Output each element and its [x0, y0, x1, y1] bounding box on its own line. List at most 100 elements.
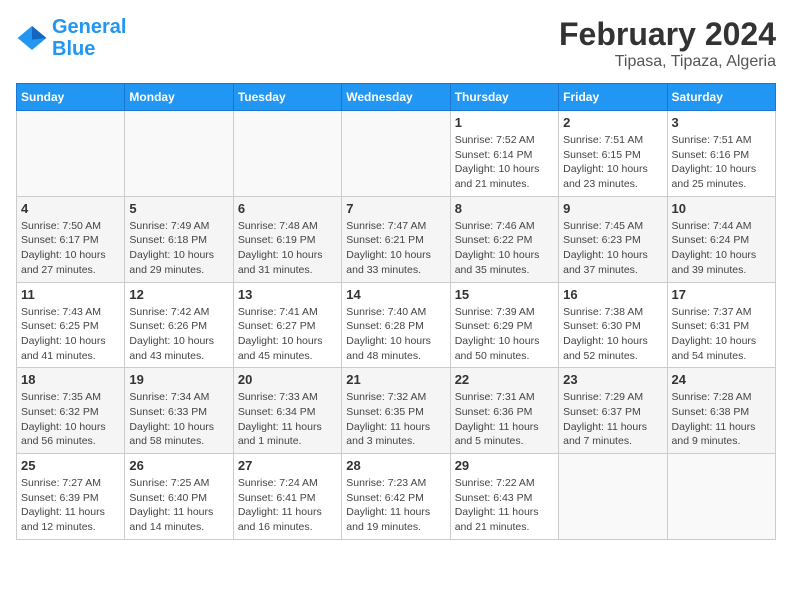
week-row-2: 4 Sunrise: 7:50 AMSunset: 6:17 PMDaylight… — [17, 196, 776, 282]
calendar-cell: 3 Sunrise: 7:51 AMSunset: 6:16 PMDaylight… — [667, 111, 775, 197]
calendar-cell: 11 Sunrise: 7:43 AMSunset: 6:25 PMDayligh… — [17, 282, 125, 368]
day-number: 14 — [346, 287, 445, 302]
calendar-subtitle: Tipasa, Tipaza, Algeria — [559, 53, 776, 71]
header-tuesday: Tuesday — [233, 84, 341, 111]
day-number: 28 — [346, 458, 445, 473]
day-info: Sunrise: 7:29 AMSunset: 6:37 PMDaylight:… — [563, 390, 662, 449]
calendar-cell — [559, 454, 667, 540]
calendar-cell: 26 Sunrise: 7:25 AMSunset: 6:40 PMDayligh… — [125, 454, 233, 540]
calendar-cell: 6Sunrise: 7:48 AMSunset: 6:19 PMDaylight… — [233, 196, 341, 282]
title-block: February 2024 Tipasa, Tipaza, Algeria — [559, 16, 776, 71]
day-info: Sunrise: 7:22 AMSunset: 6:43 PMDaylight:… — [455, 476, 554, 535]
day-number: 24 — [672, 372, 771, 387]
day-number: 11 — [21, 287, 120, 302]
logo-general: General — [52, 16, 126, 38]
calendar-table: SundayMondayTuesdayWednesdayThursdayFrid… — [16, 83, 776, 540]
day-info: Sunrise: 7:27 AMSunset: 6:39 PMDaylight:… — [21, 476, 120, 535]
calendar-header-row: SundayMondayTuesdayWednesdayThursdayFrid… — [17, 84, 776, 111]
day-number: 4 — [21, 201, 120, 216]
calendar-cell: 29 Sunrise: 7:22 AMSunset: 6:43 PMDayligh… — [450, 454, 558, 540]
day-number: 25 — [21, 458, 120, 473]
calendar-cell: 13Sunrise: 7:41 AMSunset: 6:27 PMDayligh… — [233, 282, 341, 368]
day-info: Sunrise: 7:40 AMSunset: 6:28 PMDaylight:… — [346, 305, 445, 364]
header-thursday: Thursday — [450, 84, 558, 111]
day-info: Sunrise: 7:45 AMSunset: 6:23 PMDaylight:… — [563, 219, 662, 278]
day-info: Sunrise: 7:42 AMSunset: 6:26 PMDaylight:… — [129, 305, 228, 364]
logo: General Blue — [16, 16, 126, 60]
day-number: 8 — [455, 201, 554, 216]
calendar-cell: 21 Sunrise: 7:32 AMSunset: 6:35 PMDayligh… — [342, 368, 450, 454]
calendar-cell: 2Sunrise: 7:51 AMSunset: 6:15 PMDaylight… — [559, 111, 667, 197]
day-info: Sunrise: 7:23 AMSunset: 6:42 PMDaylight:… — [346, 476, 445, 535]
day-number: 9 — [563, 201, 662, 216]
day-info: Sunrise: 7:39 AMSunset: 6:29 PMDaylight:… — [455, 305, 554, 364]
day-info: Sunrise: 7:43 AMSunset: 6:25 PMDaylight:… — [21, 305, 120, 364]
calendar-cell: 16 Sunrise: 7:38 AMSunset: 6:30 PMDayligh… — [559, 282, 667, 368]
calendar-cell: 1 Sunrise: 7:52 AMSunset: 6:14 PMDaylight… — [450, 111, 558, 197]
day-info: Sunrise: 7:47 AMSunset: 6:21 PMDaylight:… — [346, 219, 445, 278]
week-row-5: 25 Sunrise: 7:27 AMSunset: 6:39 PMDayligh… — [17, 454, 776, 540]
calendar-cell: 25 Sunrise: 7:27 AMSunset: 6:39 PMDayligh… — [17, 454, 125, 540]
day-number: 21 — [346, 372, 445, 387]
calendar-cell: 7Sunrise: 7:47 AMSunset: 6:21 PMDaylight… — [342, 196, 450, 282]
calendar-cell: 4 Sunrise: 7:50 AMSunset: 6:17 PMDaylight… — [17, 196, 125, 282]
calendar-cell: 5Sunrise: 7:49 AMSunset: 6:18 PMDaylight… — [125, 196, 233, 282]
week-row-3: 11 Sunrise: 7:43 AMSunset: 6:25 PMDayligh… — [17, 282, 776, 368]
calendar-cell: 12 Sunrise: 7:42 AMSunset: 6:26 PMDayligh… — [125, 282, 233, 368]
day-number: 16 — [563, 287, 662, 302]
calendar-cell: 27Sunrise: 7:24 AMSunset: 6:41 PMDayligh… — [233, 454, 341, 540]
day-number: 22 — [455, 372, 554, 387]
header-wednesday: Wednesday — [342, 84, 450, 111]
day-number: 1 — [455, 115, 554, 130]
day-info: Sunrise: 7:25 AMSunset: 6:40 PMDaylight:… — [129, 476, 228, 535]
day-info: Sunrise: 7:46 AMSunset: 6:22 PMDaylight:… — [455, 219, 554, 278]
calendar-cell: 22 Sunrise: 7:31 AMSunset: 6:36 PMDayligh… — [450, 368, 558, 454]
calendar-cell: 14 Sunrise: 7:40 AMSunset: 6:28 PMDayligh… — [342, 282, 450, 368]
day-info: Sunrise: 7:44 AMSunset: 6:24 PMDaylight:… — [672, 219, 771, 278]
day-number: 3 — [672, 115, 771, 130]
day-number: 19 — [129, 372, 228, 387]
day-number: 18 — [21, 372, 120, 387]
day-number: 26 — [129, 458, 228, 473]
day-info: Sunrise: 7:49 AMSunset: 6:18 PMDaylight:… — [129, 219, 228, 278]
day-info: Sunrise: 7:38 AMSunset: 6:30 PMDaylight:… — [563, 305, 662, 364]
day-info: Sunrise: 7:48 AMSunset: 6:19 PMDaylight:… — [238, 219, 337, 278]
day-number: 2 — [563, 115, 662, 130]
day-info: Sunrise: 7:37 AMSunset: 6:31 PMDaylight:… — [672, 305, 771, 364]
page-header: General Blue February 2024 Tipasa, Tipaz… — [16, 16, 776, 71]
day-info: Sunrise: 7:51 AMSunset: 6:16 PMDaylight:… — [672, 133, 771, 192]
calendar-cell: 28 Sunrise: 7:23 AMSunset: 6:42 PMDayligh… — [342, 454, 450, 540]
calendar-cell — [667, 454, 775, 540]
logo-text: General Blue — [52, 16, 126, 60]
logo-icon — [16, 22, 48, 54]
day-info: Sunrise: 7:34 AMSunset: 6:33 PMDaylight:… — [129, 390, 228, 449]
calendar-cell — [233, 111, 341, 197]
day-info: Sunrise: 7:35 AMSunset: 6:32 PMDaylight:… — [21, 390, 120, 449]
day-info: Sunrise: 7:33 AMSunset: 6:34 PMDaylight:… — [238, 390, 337, 449]
calendar-cell: 19 Sunrise: 7:34 AMSunset: 6:33 PMDayligh… — [125, 368, 233, 454]
calendar-cell: 24 Sunrise: 7:28 AMSunset: 6:38 PMDayligh… — [667, 368, 775, 454]
header-friday: Friday — [559, 84, 667, 111]
day-number: 15 — [455, 287, 554, 302]
day-number: 12 — [129, 287, 228, 302]
calendar-cell: 20Sunrise: 7:33 AMSunset: 6:34 PMDayligh… — [233, 368, 341, 454]
day-info: Sunrise: 7:28 AMSunset: 6:38 PMDaylight:… — [672, 390, 771, 449]
calendar-cell — [342, 111, 450, 197]
day-info: Sunrise: 7:52 AMSunset: 6:14 PMDaylight:… — [455, 133, 554, 192]
header-sunday: Sunday — [17, 84, 125, 111]
day-info: Sunrise: 7:31 AMSunset: 6:36 PMDaylight:… — [455, 390, 554, 449]
calendar-cell: 9 Sunrise: 7:45 AMSunset: 6:23 PMDaylight… — [559, 196, 667, 282]
day-info: Sunrise: 7:24 AMSunset: 6:41 PMDaylight:… — [238, 476, 337, 535]
day-number: 10 — [672, 201, 771, 216]
day-info: Sunrise: 7:32 AMSunset: 6:35 PMDaylight:… — [346, 390, 445, 449]
logo-blue: Blue — [52, 38, 95, 60]
day-number: 17 — [672, 287, 771, 302]
calendar-cell — [125, 111, 233, 197]
day-info: Sunrise: 7:50 AMSunset: 6:17 PMDaylight:… — [21, 219, 120, 278]
day-number: 29 — [455, 458, 554, 473]
day-number: 13 — [238, 287, 337, 302]
calendar-cell: 17 Sunrise: 7:37 AMSunset: 6:31 PMDayligh… — [667, 282, 775, 368]
week-row-4: 18 Sunrise: 7:35 AMSunset: 6:32 PMDayligh… — [17, 368, 776, 454]
calendar-cell: 8 Sunrise: 7:46 AMSunset: 6:22 PMDaylight… — [450, 196, 558, 282]
calendar-cell: 23Sunrise: 7:29 AMSunset: 6:37 PMDayligh… — [559, 368, 667, 454]
